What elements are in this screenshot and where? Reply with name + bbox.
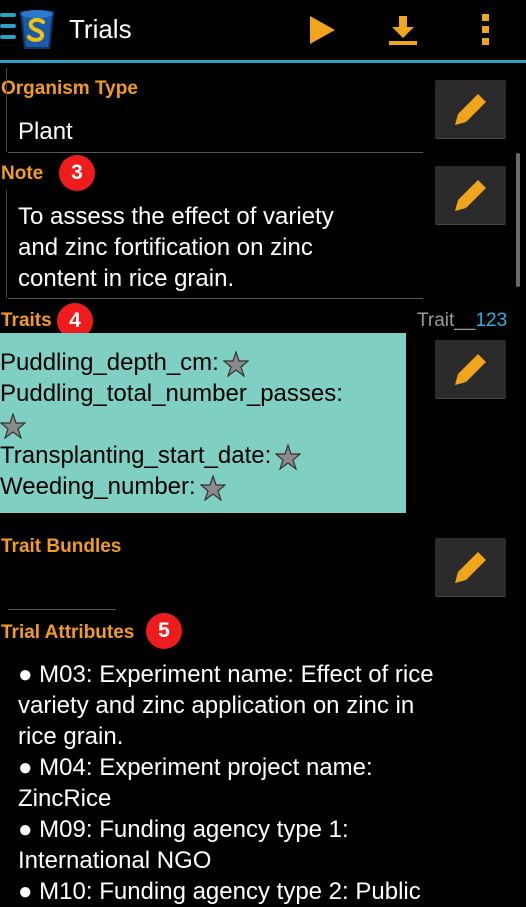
note-badge: 3 <box>59 155 95 191</box>
note-text: To assess the effect of variety and zinc… <box>18 201 334 294</box>
trial-attributes-badge: 5 <box>146 613 182 649</box>
download-icon[interactable] <box>383 10 423 50</box>
attribute-line: ● M10: Funding agency type 2: Public <box>18 878 421 905</box>
attribute-line: ● M09: Funding agency type 1: <box>18 816 349 843</box>
trait-name: Weeding_number: <box>0 473 196 500</box>
edit-trait-bundles-button[interactable] <box>435 538 506 596</box>
trait-bundles-underline <box>8 609 116 610</box>
trait-item: Puddling_total_number_passes: <box>0 378 406 409</box>
trait-item: Puddling_depth_cm: <box>0 347 406 378</box>
trait-name: Transplanting_start_date: <box>0 442 272 469</box>
trait-item-star-row <box>0 409 406 440</box>
play-icon[interactable] <box>301 10 341 50</box>
attribute-line: variety and zinc application on zinc in <box>18 692 415 719</box>
star-icon <box>199 474 226 501</box>
note-line: To assess the effect of variety <box>18 203 334 230</box>
top-app-bar: Trials <box>0 0 526 62</box>
trait-count-prefix: Trait__ <box>417 310 476 331</box>
attribute-line: International NGO <box>18 847 212 874</box>
edit-traits-button[interactable] <box>435 340 506 398</box>
note-label: Note <box>1 163 44 184</box>
star-icon <box>275 443 302 470</box>
trait-item: Transplanting_start_date: <box>0 440 406 471</box>
note-line: and zinc fortification on zinc <box>18 234 313 261</box>
attribute-line: ● M03: Experiment name: Effect of rice <box>18 661 434 688</box>
overflow-menu-icon[interactable] <box>466 10 506 50</box>
traits-list[interactable]: Puddling_depth_cm: Puddling_total_number… <box>0 333 406 513</box>
star-icon <box>222 350 249 377</box>
traits-label: Traits <box>1 310 52 331</box>
trial-attributes-list: ● M03: Experiment name: Effect of rice v… <box>18 659 498 907</box>
field-border <box>6 190 7 298</box>
trait-item: Weeding_number: <box>0 471 406 502</box>
trial-attributes-label: Trial Attributes <box>1 622 135 643</box>
note-underline <box>8 298 423 299</box>
trait-name: Puddling_depth_cm: <box>0 349 219 376</box>
scrollbar[interactable] <box>516 153 520 287</box>
attribute-line: ZincRice <box>18 785 112 812</box>
pencil-icon <box>454 177 489 211</box>
trait-count: Trait__123 <box>417 310 507 332</box>
organism-type-underline <box>8 152 423 153</box>
pencil-icon <box>454 549 489 583</box>
edit-note-button[interactable] <box>435 166 506 224</box>
trait-bundles-label: Trait Bundles <box>1 536 122 557</box>
pencil-icon <box>454 91 489 125</box>
attribute-line: ● M04: Experiment project name: <box>18 754 373 781</box>
edit-organism-button[interactable] <box>435 80 506 138</box>
note-line: content in rice grain. <box>18 265 235 292</box>
organism-type-label: Organism Type <box>1 78 138 99</box>
attribute-line: rice grain. <box>18 723 124 750</box>
toolbar-divider <box>0 60 526 63</box>
pencil-icon <box>454 351 489 385</box>
trait-count-value: 123 <box>475 310 508 331</box>
trait-name: Puddling_total_number_passes: <box>0 380 343 407</box>
app-title: Trials <box>69 14 132 44</box>
app-logo <box>19 10 55 49</box>
field-border <box>6 68 7 152</box>
star-icon <box>0 412 26 439</box>
organism-type-value: Plant <box>18 118 73 145</box>
